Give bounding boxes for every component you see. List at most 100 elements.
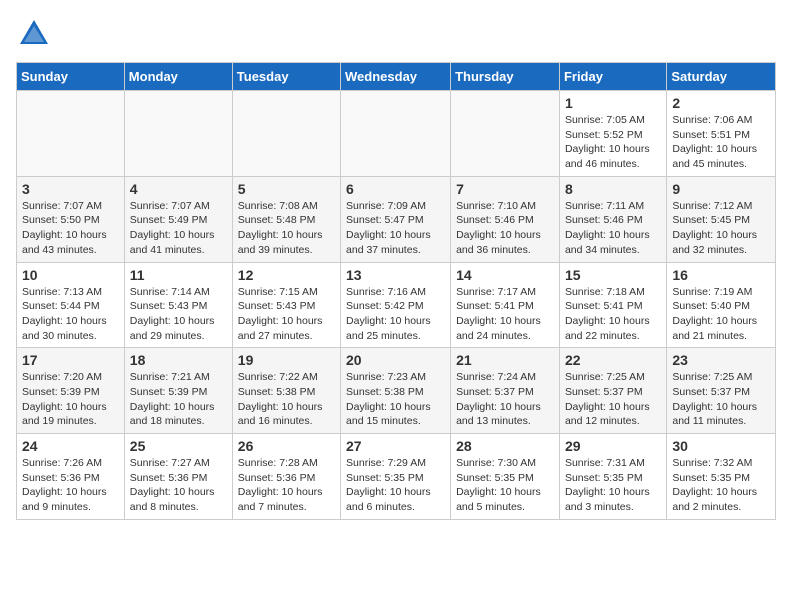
calendar-cell — [451, 91, 560, 177]
day-info: Sunrise: 7:25 AM Sunset: 5:37 PM Dayligh… — [672, 370, 770, 429]
calendar-cell: 22Sunrise: 7:25 AM Sunset: 5:37 PM Dayli… — [559, 348, 666, 434]
calendar-cell: 4 Sunrise: 7:07 AM Sunset: 5:49 PM Daylig… — [124, 176, 232, 262]
calendar-header-friday: Friday — [559, 63, 666, 91]
day-number: 18 — [130, 352, 227, 368]
calendar-cell: 18 Sunrise: 7:21 AM Sunset: 5:39 PM Dayli… — [124, 348, 232, 434]
calendar-cell: 9 Sunrise: 7:12 AM Sunset: 5:45 PM Daylig… — [667, 176, 776, 262]
calendar-week-3: 10 Sunrise: 7:13 AM Sunset: 5:44 PM Dayli… — [17, 262, 776, 348]
day-number: 5 — [238, 181, 335, 197]
day-number: 6 — [346, 181, 445, 197]
day-info: Sunrise: 7:29 AM Sunset: 5:35 PM Dayligh… — [346, 456, 445, 515]
day-number: 9 — [672, 181, 770, 197]
day-info: Sunrise: 7:25 AM Sunset: 5:37 PM Dayligh… — [565, 370, 661, 429]
calendar-cell — [341, 91, 451, 177]
day-info: Sunrise: 7:21 AM Sunset: 5:39 PM Dayligh… — [130, 370, 227, 429]
day-number: 23 — [672, 352, 770, 368]
day-info: Sunrise: 7:30 AM Sunset: 5:35 PM Dayligh… — [456, 456, 554, 515]
day-number: 3 — [22, 181, 119, 197]
day-info: Sunrise: 7:18 AM Sunset: 5:41 PM Dayligh… — [565, 285, 661, 344]
day-number: 21 — [456, 352, 554, 368]
calendar-cell: 13 Sunrise: 7:16 AM Sunset: 5:42 PM Dayli… — [341, 262, 451, 348]
calendar-cell: 3 Sunrise: 7:07 AM Sunset: 5:50 PM Daylig… — [17, 176, 125, 262]
calendar-cell: 11Sunrise: 7:14 AM Sunset: 5:43 PM Dayli… — [124, 262, 232, 348]
calendar-body: 1 Sunrise: 7:05 AM Sunset: 5:52 PM Daylig… — [17, 91, 776, 520]
calendar-cell: 24 Sunrise: 7:26 AM Sunset: 5:36 PM Dayli… — [17, 434, 125, 520]
calendar-cell: 6 Sunrise: 7:09 AM Sunset: 5:47 PM Daylig… — [341, 176, 451, 262]
calendar-cell: 28 Sunrise: 7:30 AM Sunset: 5:35 PM Dayli… — [451, 434, 560, 520]
calendar-cell — [124, 91, 232, 177]
calendar-cell: 8Sunrise: 7:11 AM Sunset: 5:46 PM Daylig… — [559, 176, 666, 262]
calendar-week-5: 24 Sunrise: 7:26 AM Sunset: 5:36 PM Dayli… — [17, 434, 776, 520]
calendar-header-tuesday: Tuesday — [232, 63, 340, 91]
day-info: Sunrise: 7:05 AM Sunset: 5:52 PM Dayligh… — [565, 113, 661, 172]
day-info: Sunrise: 7:14 AM Sunset: 5:43 PM Dayligh… — [130, 285, 227, 344]
calendar-cell: 26 Sunrise: 7:28 AM Sunset: 5:36 PM Dayli… — [232, 434, 340, 520]
day-number: 26 — [238, 438, 335, 454]
calendar-cell: 25 Sunrise: 7:27 AM Sunset: 5:36 PM Dayli… — [124, 434, 232, 520]
calendar-cell: 15 Sunrise: 7:18 AM Sunset: 5:41 PM Dayli… — [559, 262, 666, 348]
day-number: 14 — [456, 267, 554, 283]
calendar-header-wednesday: Wednesday — [341, 63, 451, 91]
calendar-cell: 27 Sunrise: 7:29 AM Sunset: 5:35 PM Dayli… — [341, 434, 451, 520]
calendar-cell: 1 Sunrise: 7:05 AM Sunset: 5:52 PM Daylig… — [559, 91, 666, 177]
day-info: Sunrise: 7:09 AM Sunset: 5:47 PM Dayligh… — [346, 199, 445, 258]
day-number: 15 — [565, 267, 661, 283]
day-info: Sunrise: 7:20 AM Sunset: 5:39 PM Dayligh… — [22, 370, 119, 429]
day-info: Sunrise: 7:19 AM Sunset: 5:40 PM Dayligh… — [672, 285, 770, 344]
day-info: Sunrise: 7:07 AM Sunset: 5:50 PM Dayligh… — [22, 199, 119, 258]
calendar-header-thursday: Thursday — [451, 63, 560, 91]
day-info: Sunrise: 7:10 AM Sunset: 5:46 PM Dayligh… — [456, 199, 554, 258]
calendar-week-4: 17 Sunrise: 7:20 AM Sunset: 5:39 PM Dayli… — [17, 348, 776, 434]
day-info: Sunrise: 7:12 AM Sunset: 5:45 PM Dayligh… — [672, 199, 770, 258]
calendar-header-saturday: Saturday — [667, 63, 776, 91]
day-number: 17 — [22, 352, 119, 368]
calendar-header-sunday: Sunday — [17, 63, 125, 91]
calendar-cell: 20 Sunrise: 7:23 AM Sunset: 5:38 PM Dayli… — [341, 348, 451, 434]
calendar-cell: 12Sunrise: 7:15 AM Sunset: 5:43 PM Dayli… — [232, 262, 340, 348]
day-info: Sunrise: 7:22 AM Sunset: 5:38 PM Dayligh… — [238, 370, 335, 429]
day-number: 12 — [238, 267, 335, 283]
day-number: 13 — [346, 267, 445, 283]
day-number: 4 — [130, 181, 227, 197]
day-number: 25 — [130, 438, 227, 454]
day-info: Sunrise: 7:17 AM Sunset: 5:41 PM Dayligh… — [456, 285, 554, 344]
calendar-cell: 10 Sunrise: 7:13 AM Sunset: 5:44 PM Dayli… — [17, 262, 125, 348]
day-info: Sunrise: 7:28 AM Sunset: 5:36 PM Dayligh… — [238, 456, 335, 515]
day-number: 1 — [565, 95, 661, 111]
calendar-cell: 19Sunrise: 7:22 AM Sunset: 5:38 PM Dayli… — [232, 348, 340, 434]
calendar-cell: 5Sunrise: 7:08 AM Sunset: 5:48 PM Daylig… — [232, 176, 340, 262]
calendar-cell: 30 Sunrise: 7:32 AM Sunset: 5:35 PM Dayli… — [667, 434, 776, 520]
day-number: 10 — [22, 267, 119, 283]
calendar-cell: 16Sunrise: 7:19 AM Sunset: 5:40 PM Dayli… — [667, 262, 776, 348]
day-number: 20 — [346, 352, 445, 368]
day-info: Sunrise: 7:31 AM Sunset: 5:35 PM Dayligh… — [565, 456, 661, 515]
calendar-week-2: 3 Sunrise: 7:07 AM Sunset: 5:50 PM Daylig… — [17, 176, 776, 262]
day-info: Sunrise: 7:11 AM Sunset: 5:46 PM Dayligh… — [565, 199, 661, 258]
calendar-cell: 14 Sunrise: 7:17 AM Sunset: 5:41 PM Dayli… — [451, 262, 560, 348]
calendar-cell: 29Sunrise: 7:31 AM Sunset: 5:35 PM Dayli… — [559, 434, 666, 520]
calendar-header-row: SundayMondayTuesdayWednesdayThursdayFrid… — [17, 63, 776, 91]
calendar-header-monday: Monday — [124, 63, 232, 91]
day-number: 30 — [672, 438, 770, 454]
calendar-cell: 7 Sunrise: 7:10 AM Sunset: 5:46 PM Daylig… — [451, 176, 560, 262]
day-number: 7 — [456, 181, 554, 197]
calendar-cell: 17 Sunrise: 7:20 AM Sunset: 5:39 PM Dayli… — [17, 348, 125, 434]
day-number: 27 — [346, 438, 445, 454]
day-info: Sunrise: 7:16 AM Sunset: 5:42 PM Dayligh… — [346, 285, 445, 344]
day-number: 24 — [22, 438, 119, 454]
calendar-cell: 23 Sunrise: 7:25 AM Sunset: 5:37 PM Dayli… — [667, 348, 776, 434]
day-info: Sunrise: 7:32 AM Sunset: 5:35 PM Dayligh… — [672, 456, 770, 515]
calendar-week-1: 1 Sunrise: 7:05 AM Sunset: 5:52 PM Daylig… — [17, 91, 776, 177]
calendar-cell — [17, 91, 125, 177]
day-info: Sunrise: 7:13 AM Sunset: 5:44 PM Dayligh… — [22, 285, 119, 344]
calendar-cell: 2Sunrise: 7:06 AM Sunset: 5:51 PM Daylig… — [667, 91, 776, 177]
calendar: SundayMondayTuesdayWednesdayThursdayFrid… — [16, 62, 776, 520]
day-info: Sunrise: 7:07 AM Sunset: 5:49 PM Dayligh… — [130, 199, 227, 258]
day-number: 2 — [672, 95, 770, 111]
header — [16, 16, 776, 52]
day-info: Sunrise: 7:26 AM Sunset: 5:36 PM Dayligh… — [22, 456, 119, 515]
calendar-cell: 21Sunrise: 7:24 AM Sunset: 5:37 PM Dayli… — [451, 348, 560, 434]
day-number: 28 — [456, 438, 554, 454]
day-info: Sunrise: 7:23 AM Sunset: 5:38 PM Dayligh… — [346, 370, 445, 429]
day-info: Sunrise: 7:27 AM Sunset: 5:36 PM Dayligh… — [130, 456, 227, 515]
